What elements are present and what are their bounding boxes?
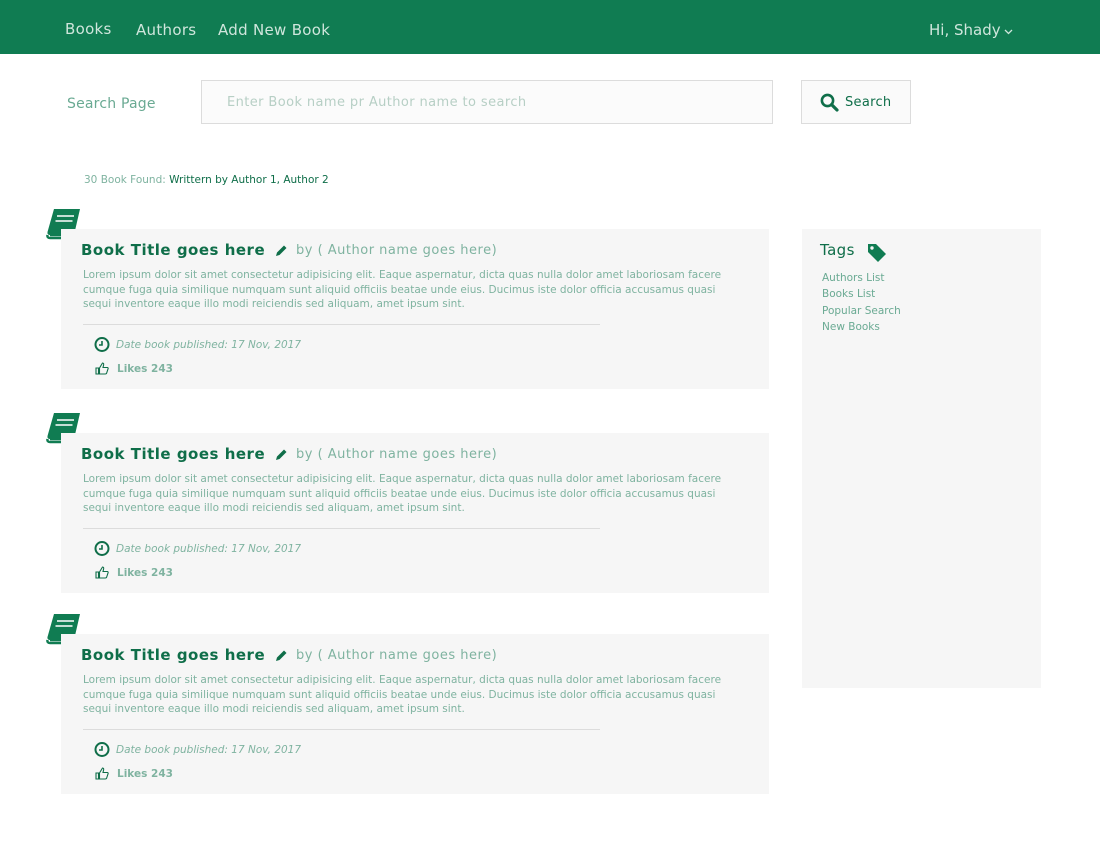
card-divider [83,528,600,529]
top-navbar: Books Authors Add New Book Hi, Shady [0,0,1100,54]
book-likes-text: Likes 243 [117,767,173,780]
tag-link-popular-search[interactable]: Popular Search [822,303,901,319]
book-likes[interactable]: Likes 243 [95,767,173,780]
book-likes[interactable]: Likes 243 [95,362,173,375]
book-likes-text: Likes 243 [117,362,173,375]
search-button[interactable]: Search [801,80,911,124]
nav-link-books[interactable]: Books [65,20,112,38]
tags-sidebar: Tags Authors List Books List Popular Sea… [802,229,1041,688]
book-description: Lorem ipsum dolor sit amet consectetur a… [83,473,722,515]
book-publish-date-text: Date book published: 17 Nov, 2017 [116,743,302,756]
search-page-label: Search Page [67,96,156,112]
book-publish-date: Date book published: 17 Nov, 2017 [94,742,301,757]
search-input[interactable] [201,80,773,124]
nav-link-authors[interactable]: Authors [136,21,196,39]
clock-icon [94,541,110,556]
pencil-icon [276,245,287,256]
book-title[interactable]: Book Title goes here [81,646,265,664]
book-card: Book Title goes here by ( Author name go… [61,433,769,593]
book-author: by ( Author name goes here) [275,243,497,258]
tag-link-new-books[interactable]: New Books [822,319,901,335]
book-title[interactable]: Book Title goes here [81,445,265,463]
results-summary: 30 Book Found: Writtern by Author 1, Aut… [84,174,329,186]
book-publish-date: Date book published: 17 Nov, 2017 [94,541,301,556]
chevron-down-icon [1004,29,1013,35]
user-greeting: Hi, Shady [929,21,1001,39]
book-publish-date-text: Date book published: 17 Nov, 2017 [116,542,302,555]
book-publish-date: Date book published: 17 Nov, 2017 [94,337,301,352]
card-divider [83,729,600,730]
thumbs-up-icon [95,767,109,780]
book-description: Lorem ipsum dolor sit amet consectetur a… [83,674,722,716]
thumbs-up-icon [95,362,109,375]
search-button-label: Search [845,94,892,110]
tags-heading: Tags [820,237,887,262]
tag-link-books-list[interactable]: Books List [822,286,901,302]
tags-heading-text: Tags [820,240,855,259]
book-author-text: by ( Author name goes here) [296,648,498,663]
book-likes-text: Likes 243 [117,566,173,579]
tag-list: Authors List Books List Popular Search N… [822,270,901,335]
book-author-text: by ( Author name goes here) [296,243,498,258]
pencil-icon [276,449,287,460]
tag-icon [867,244,886,262]
book-author: by ( Author name goes here) [275,648,497,663]
card-divider [83,324,600,325]
results-count: 30 Book Found: [84,174,166,186]
thumbs-up-icon [95,566,109,579]
results-authors: Writtern by Author 1, Author 2 [169,174,329,186]
tag-link-authors-list[interactable]: Authors List [822,270,901,286]
clock-icon [94,742,110,757]
book-author: by ( Author name goes here) [275,447,497,462]
book-title[interactable]: Book Title goes here [81,241,265,259]
book-author-text: by ( Author name goes here) [296,447,498,462]
pencil-icon [276,650,287,661]
book-likes[interactable]: Likes 243 [95,566,173,579]
book-description: Lorem ipsum dolor sit amet consectetur a… [83,269,722,311]
nav-link-add-new-book[interactable]: Add New Book [218,21,330,39]
book-card: Book Title goes here by ( Author name go… [61,634,769,794]
search-icon [820,93,839,112]
book-card: Book Title goes here by ( Author name go… [61,229,769,389]
user-menu[interactable]: Hi, Shady [929,21,1013,39]
clock-icon [94,337,110,352]
book-publish-date-text: Date book published: 17 Nov, 2017 [116,338,302,351]
